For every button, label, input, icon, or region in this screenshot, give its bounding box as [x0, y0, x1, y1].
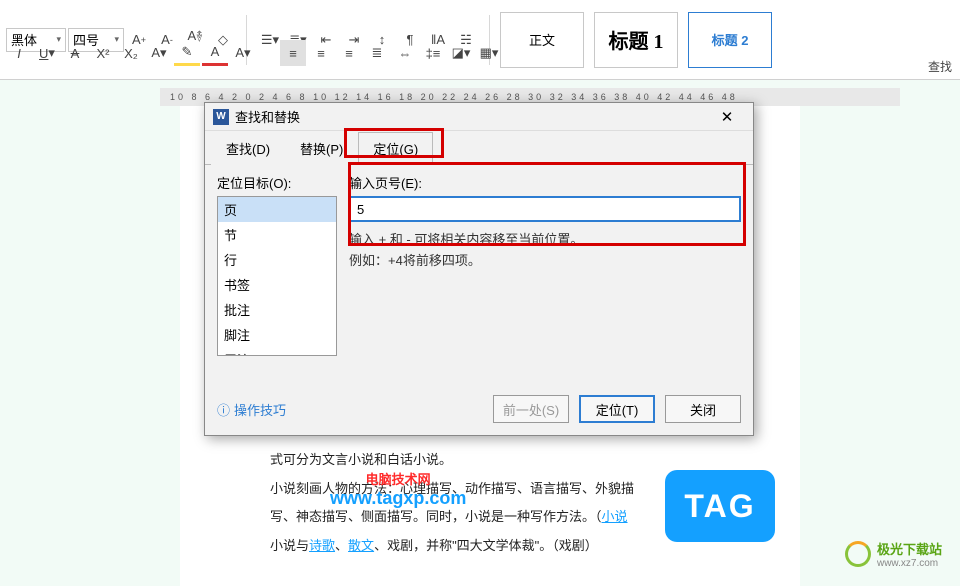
list-item[interactable]: 页 [218, 197, 336, 222]
dialog-title-text: 查找和替换 [235, 107, 300, 126]
font-color-icon[interactable]: A [202, 40, 228, 66]
distribute-icon[interactable]: ⇔ [392, 40, 418, 66]
align-justify-icon[interactable]: ≣ [364, 40, 390, 66]
list-item[interactable]: 节 [218, 222, 336, 247]
tag-badge: TAG [665, 470, 775, 542]
list-item[interactable]: 书签 [218, 272, 336, 297]
align-right-icon[interactable]: ≡ [336, 40, 362, 66]
subscript-icon[interactable]: X₂ [118, 40, 144, 66]
superscript-icon[interactable]: X² [90, 40, 116, 66]
style-heading1[interactable]: 标题 1 [594, 12, 678, 68]
list-item[interactable]: 行 [218, 247, 336, 272]
italic-icon[interactable]: I [6, 40, 32, 66]
style-normal[interactable]: 正文 [500, 12, 584, 68]
list-item[interactable]: 批注 [218, 297, 336, 322]
highlight-icon[interactable]: ✎ [174, 40, 200, 66]
list-item[interactable]: 尾注 [218, 347, 336, 356]
line-spacing2-icon[interactable]: ‡≡ [420, 40, 446, 66]
ribbon-row2: I U▾ A X² X₂ A▾ ✎ A A▾ ≡ ≡ ≡ ≣ ⇔ ‡≡ ◪▾ ▦… [6, 40, 502, 66]
dialog-tabs: 查找(D) 替换(P) 定位(G) [205, 131, 753, 165]
find-replace-label[interactable]: 查找 [928, 58, 952, 75]
close-button[interactable]: 关闭 [665, 395, 741, 423]
site-logo: 极光下载站 www.xz7.com [845, 539, 942, 569]
text-effect-icon[interactable]: A▾ [146, 40, 172, 66]
prev-button: 前一处(S) [493, 395, 569, 423]
doc-line: 小说与诗歌、散文、戏剧，并称"四大文学体裁"。（戏剧） [240, 532, 740, 561]
helper-text: 输入 + 和 - 可将相关内容移至当前位置。 例如：+4将前移四项。 [349, 230, 741, 272]
page-number-input[interactable] [349, 196, 741, 222]
shading-icon[interactable]: A▾ [230, 40, 256, 66]
underline-icon[interactable]: U▾ [34, 40, 60, 66]
swirl-icon [845, 541, 871, 567]
target-label: 定位目标(O): [217, 173, 337, 192]
input-label: 输入页号(E): [349, 173, 741, 192]
goto-target-list[interactable]: 页 节 行 书签 批注 脚注 尾注 域 [217, 196, 337, 356]
app-icon: W [213, 109, 229, 125]
tips-link[interactable]: ⓘ操作技巧 [217, 400, 286, 419]
close-icon[interactable]: ✕ [709, 104, 745, 130]
style-heading2[interactable]: 标题 2 [688, 12, 772, 68]
find-replace-dialog: W 查找和替换 ✕ 查找(D) 替换(P) 定位(G) 定位目标(O): 页 节… [204, 102, 754, 436]
info-icon: ⓘ [217, 400, 230, 419]
dialog-titlebar: W 查找和替换 ✕ [205, 103, 753, 131]
link-poetry[interactable]: 诗歌 [309, 538, 335, 553]
fill-color-icon[interactable]: ◪▾ [448, 40, 474, 66]
list-item[interactable]: 脚注 [218, 322, 336, 347]
tab-replace[interactable]: 替换(P) [285, 132, 358, 165]
strike-icon[interactable]: A [62, 40, 88, 66]
borders-icon[interactable]: ▦▾ [476, 40, 502, 66]
doc-line: 式可分为文言小说和白话小说。 [240, 446, 740, 475]
tab-goto[interactable]: 定位(G) [358, 132, 433, 165]
tab-find[interactable]: 查找(D) [211, 132, 285, 165]
link-prose[interactable]: 散文 [348, 538, 374, 553]
align-center-icon[interactable]: ≡ [308, 40, 334, 66]
goto-button[interactable]: 定位(T) [579, 395, 655, 423]
align-left-icon[interactable]: ≡ [280, 40, 306, 66]
link-novel[interactable]: 小说 [602, 509, 628, 524]
